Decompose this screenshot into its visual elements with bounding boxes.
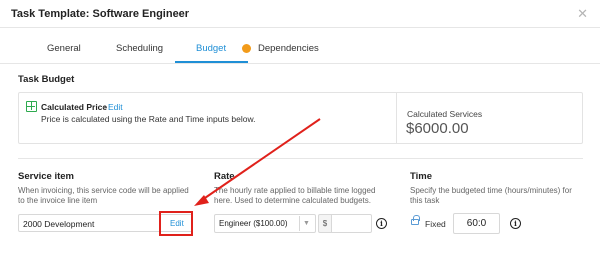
- rate-select[interactable]: Engineer ($100.00) ▼: [214, 214, 316, 233]
- service-item-description-line2: to the invoice line item: [18, 196, 98, 205]
- time-description-line2: this task: [410, 196, 440, 205]
- calculated-price-edit-link[interactable]: Edit: [108, 102, 123, 112]
- section-divider: [18, 158, 583, 159]
- rate-amount-input[interactable]: [331, 214, 372, 233]
- calculated-price-label: Calculated Price: [41, 102, 108, 112]
- rate-title: Rate: [214, 171, 235, 182]
- time-input[interactable]: 60:0: [453, 213, 500, 234]
- service-item-title: Service item: [18, 171, 74, 182]
- service-item-edit-button[interactable]: Edit: [170, 219, 184, 228]
- dialog-title: Task Template: Software Engineer: [11, 8, 190, 20]
- dialog-header: Task Template: Software Engineer ✕: [0, 0, 600, 28]
- currency-symbol: $: [318, 214, 332, 233]
- time-description: Specify the budgeted time (hours/minutes…: [410, 186, 572, 206]
- tab-scheduling[interactable]: Scheduling: [116, 43, 163, 54]
- time-description-line1: Specify the budgeted time (hours/minutes…: [410, 186, 572, 195]
- lock-icon[interactable]: [411, 215, 420, 225]
- calculated-price-panel: Calculated Price • Edit Price is calcula…: [19, 93, 397, 143]
- fixed-label: Fixed: [425, 219, 446, 229]
- service-item-description-line1: When invoicing, this service code will b…: [18, 186, 189, 195]
- close-icon[interactable]: ✕: [577, 6, 588, 22]
- tab-general[interactable]: General: [47, 43, 81, 54]
- active-tab-underline: [175, 61, 248, 63]
- rate-description: The hourly rate applied to billable time…: [214, 186, 375, 206]
- chevron-down-icon[interactable]: ▼: [299, 216, 313, 231]
- service-item-description: When invoicing, this service code will b…: [18, 186, 189, 206]
- time-info-icon[interactable]: i: [510, 218, 521, 229]
- budget-summary-box: Calculated Price • Edit Price is calcula…: [18, 92, 583, 144]
- calculated-services-value: $6000.00: [406, 120, 469, 137]
- calculator-icon: [26, 101, 37, 112]
- tab-budget[interactable]: Budget: [196, 43, 226, 54]
- rate-description-line1: The hourly rate applied to billable time…: [214, 186, 376, 195]
- time-title: Time: [410, 171, 433, 182]
- calculated-services-label: Calculated Services: [407, 109, 483, 119]
- separator-dot: •: [103, 102, 106, 112]
- calculated-price-description: Price is calculated using the Rate and T…: [41, 114, 256, 124]
- dependencies-indicator-dot: [242, 44, 251, 53]
- tab-dependencies[interactable]: Dependencies: [258, 43, 319, 54]
- annotation-arrow-head: [194, 195, 209, 206]
- task-budget-title: Task Budget: [18, 74, 75, 85]
- rate-select-value: Engineer ($100.00): [219, 219, 288, 228]
- rate-description-line2: here. Used to determine calculated budge…: [214, 196, 371, 205]
- rate-info-icon[interactable]: i: [376, 218, 387, 229]
- tab-bar: General Scheduling Budget Dependencies: [0, 28, 600, 64]
